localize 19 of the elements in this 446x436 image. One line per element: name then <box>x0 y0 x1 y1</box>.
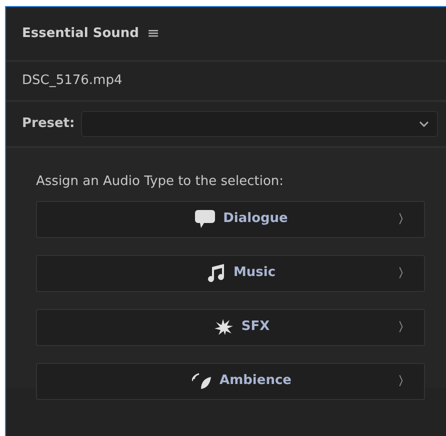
chevron-icon: 〉 <box>398 372 410 390</box>
leaf-icon <box>192 372 212 390</box>
assign-prompt: Assign an Audio Type to the selection: <box>36 173 285 191</box>
audio-type-button[interactable]: Music 〉 <box>36 254 425 292</box>
preset-label: Preset: <box>22 115 75 134</box>
chevron-icon: 〉 <box>398 210 410 228</box>
clip-name: DSC_5176.mp4 <box>22 72 122 90</box>
panel-title: Essential Sound <box>22 24 139 43</box>
menu-icon[interactable]: ≡ <box>146 22 160 45</box>
audio-type-button[interactable]: Ambience 〉 <box>36 362 425 400</box>
speech-bubble-icon <box>195 210 216 228</box>
music-note-icon <box>207 264 226 282</box>
chevron-icon: 〉 <box>398 318 410 336</box>
audio-type-button[interactable]: SFX 〉 <box>36 308 425 346</box>
burst-icon <box>213 319 234 335</box>
chevron-down-icon <box>419 121 429 127</box>
audio-type-button[interactable]: Dialogue 〉 <box>36 200 425 238</box>
preset-dropdown[interactable] <box>80 111 438 137</box>
chevron-icon: 〉 <box>398 264 410 282</box>
